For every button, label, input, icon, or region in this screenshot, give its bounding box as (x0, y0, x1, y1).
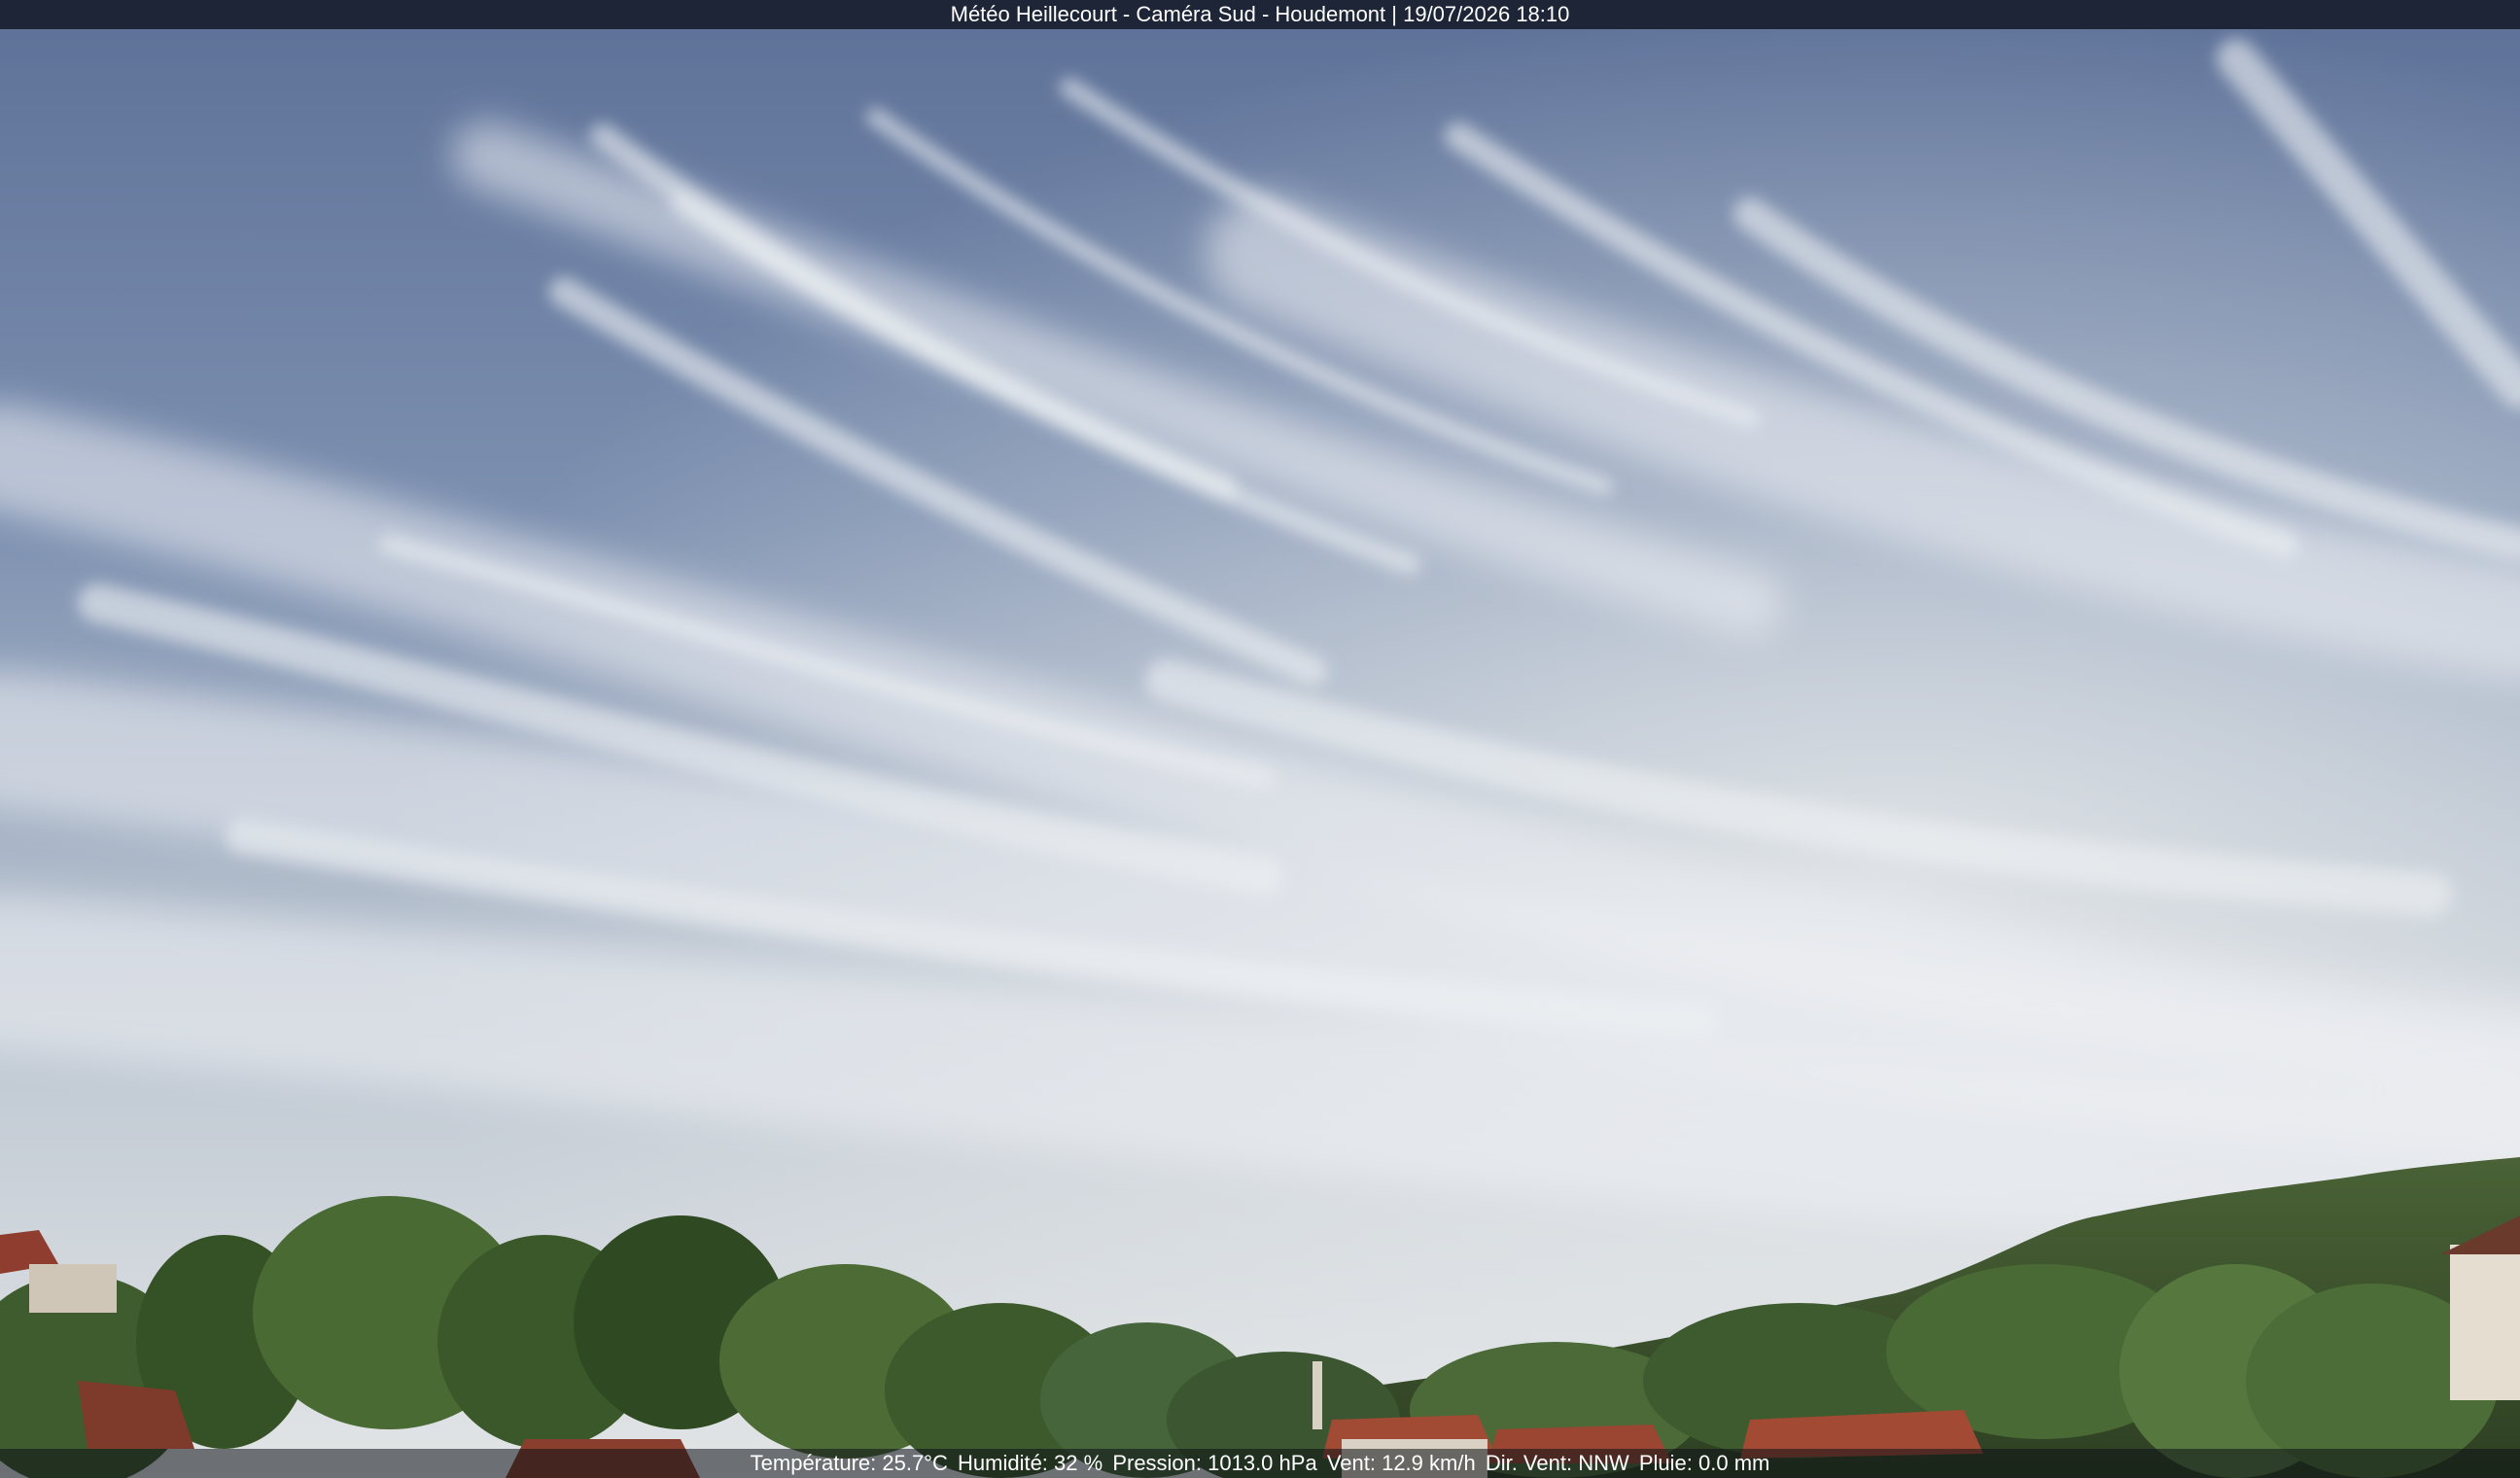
wind-direction-readout: Dir. Vent: NNW (1485, 1451, 1629, 1475)
camera-title: Météo Heillecourt - Caméra Sud - Houdemo… (950, 2, 1570, 26)
camera-title-bar: Météo Heillecourt - Caméra Sud - Houdemo… (0, 0, 2520, 29)
webcam-frame: Météo Heillecourt - Caméra Sud - Houdemo… (0, 0, 2520, 1478)
pressure-readout: Pression: 1013.0 hPa (1112, 1451, 1317, 1475)
webcam-image (0, 0, 2520, 1478)
wind-speed-readout: Vent: 12.9 km/h (1326, 1451, 1476, 1475)
humidity-readout: Humidité: 32 % (958, 1451, 1103, 1475)
temperature-readout: Température: 25.7°C (750, 1451, 948, 1475)
church-spire (1312, 1361, 1322, 1429)
rain-readout: Pluie: 0.0 mm (1638, 1451, 1770, 1475)
weather-status-bar: Température: 25.7°C Humidité: 32 % Press… (0, 1449, 2520, 1478)
